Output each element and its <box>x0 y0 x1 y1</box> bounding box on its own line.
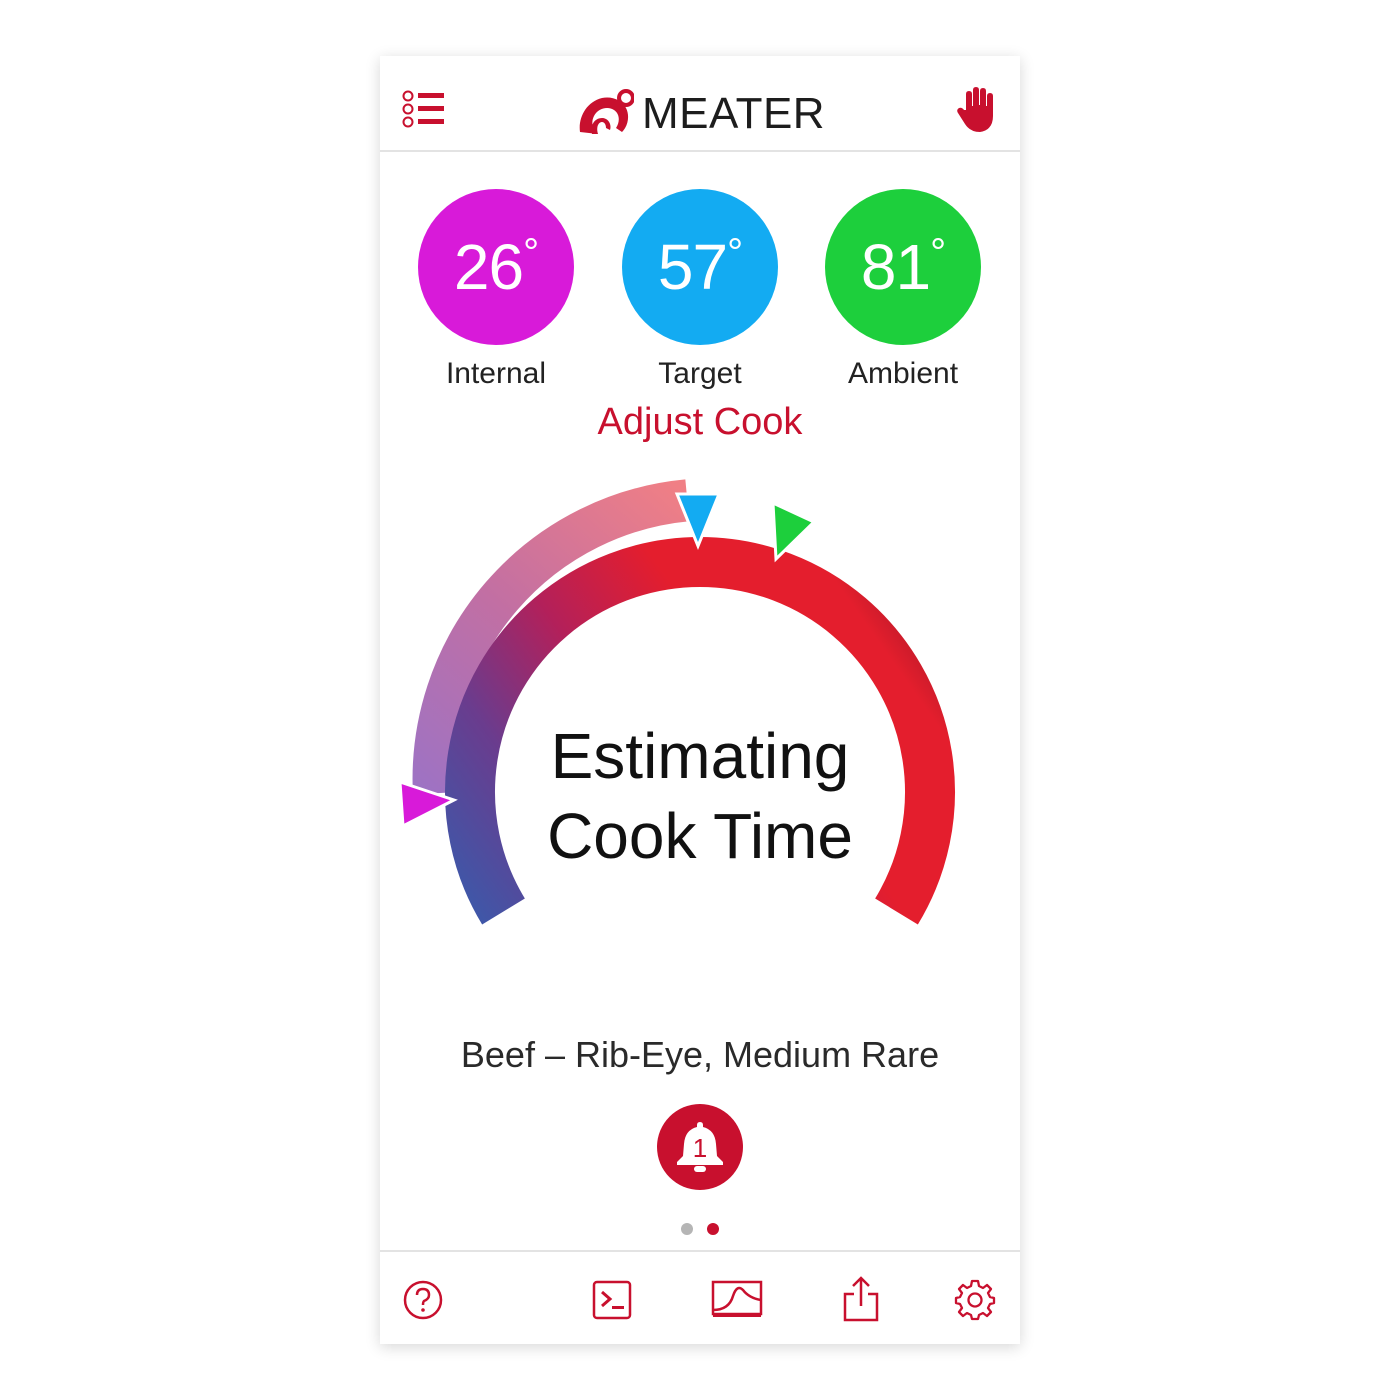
bottom-tab-bar <box>380 1250 1020 1344</box>
ambient-temp-label: Ambient <box>847 357 959 390</box>
app-title: MEATER <box>642 89 826 138</box>
degree-symbol: ° <box>727 230 743 275</box>
target-temp-circle: 57 ° <box>622 189 778 345</box>
internal-temp-block: 26 ° Internal <box>396 189 596 391</box>
target-temp-block: 57 ° Target <box>600 189 800 391</box>
adjust-cook-link[interactable]: Adjust Cook <box>380 401 1020 444</box>
estimate-line-1: Estimating <box>550 720 850 792</box>
ambient-temp-block: 81 ° Ambient <box>803 189 1003 391</box>
bell-icon: 1 <box>677 1122 723 1172</box>
gear-icon[interactable] <box>951 1276 999 1324</box>
help-icon[interactable] <box>399 1276 447 1324</box>
meater-app-screen: MEATER 26 ° Internal 57 ° Target 81 ° Ambie… <box>380 56 1020 1344</box>
page-indicator <box>380 1222 1020 1240</box>
alert-count: 1 <box>693 1133 707 1163</box>
app-logo: MEATER <box>576 86 825 142</box>
share-icon[interactable] <box>837 1276 885 1324</box>
stop-hand-icon[interactable] <box>956 86 1000 134</box>
menu-list-icon[interactable] <box>402 90 448 132</box>
estimate-line-2: Cook Time <box>547 800 853 872</box>
page-dot-1[interactable] <box>681 1223 693 1235</box>
alerts-button[interactable]: 1 <box>657 1104 743 1190</box>
degree-symbol: ° <box>930 230 946 275</box>
ambient-marker <box>771 500 817 563</box>
page-dot-2[interactable] <box>707 1223 719 1235</box>
target-temp-value: 57 <box>657 231 728 303</box>
graph-icon[interactable] <box>709 1276 765 1324</box>
terminal-icon[interactable] <box>588 1276 636 1324</box>
meat-cut-description[interactable]: Beef – Rib-Eye, Medium Rare <box>380 1034 1020 1076</box>
degree-symbol: ° <box>523 230 539 275</box>
internal-temp-value: 26 <box>453 231 524 303</box>
ambient-temp-value: 81 <box>860 231 931 303</box>
cook-time-estimate: Estimating Cook Time <box>480 716 920 876</box>
app-header: MEATER <box>380 56 1020 152</box>
target-temp-label: Target <box>658 357 742 390</box>
internal-temp-label: Internal <box>445 357 547 390</box>
ambient-temp-circle: 81 ° <box>825 189 981 345</box>
internal-temp-circle: 26 ° <box>418 189 574 345</box>
meater-flame-logo-icon <box>579 89 634 134</box>
